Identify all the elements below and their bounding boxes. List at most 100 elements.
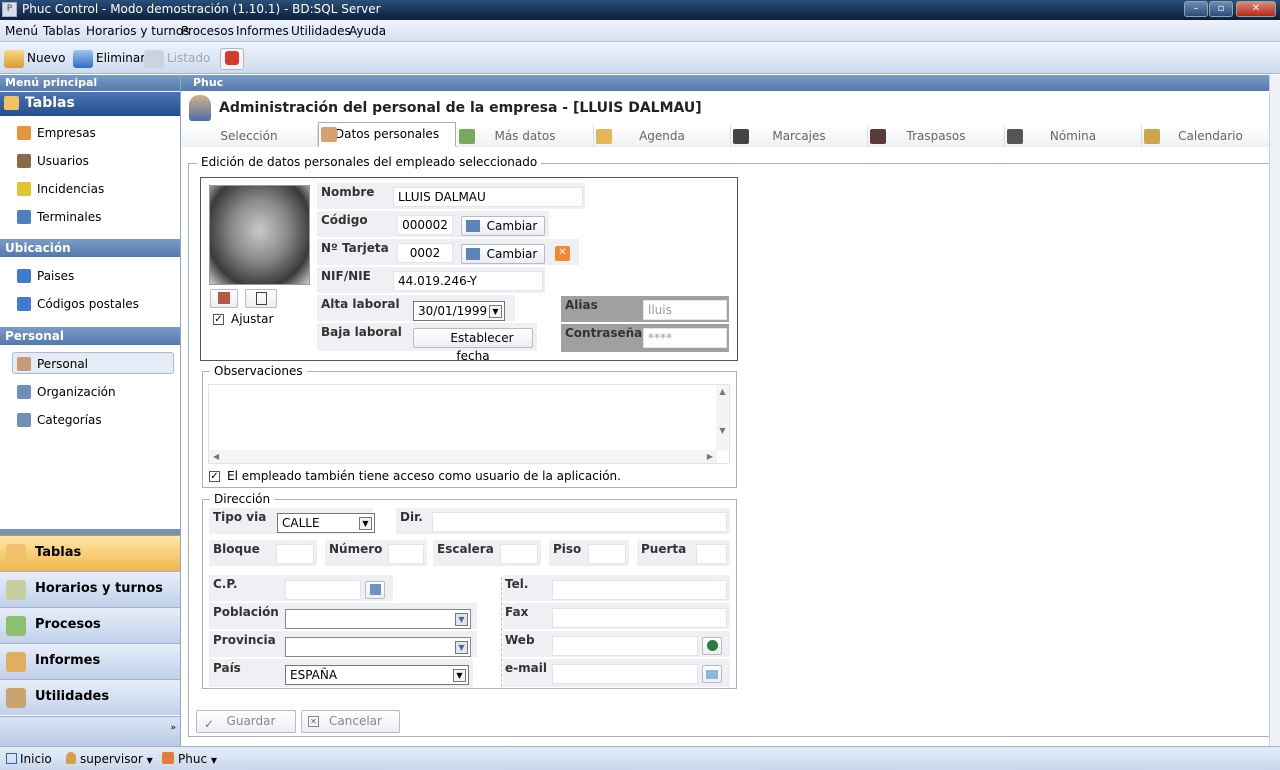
printer-icon bbox=[144, 49, 164, 68]
cambiar-codigo-button[interactable]: Cambiar bbox=[461, 216, 545, 236]
menu-ayuda[interactable]: Ayuda bbox=[349, 24, 386, 38]
tab-label: Datos personales bbox=[334, 127, 440, 141]
acceso-checkbox[interactable]: ✓ bbox=[209, 471, 220, 482]
nav-label: Horarios y turnos bbox=[35, 581, 163, 596]
sidebar-item-codigos[interactable]: Códigos postales bbox=[12, 292, 174, 314]
personal-header[interactable]: Personal bbox=[0, 327, 180, 345]
agenda-icon bbox=[596, 129, 612, 144]
guardar-button[interactable]: ✓ Guardar bbox=[196, 710, 296, 733]
alta-value: 30/01/1999 bbox=[418, 304, 488, 318]
codigo-input[interactable]: 000002 bbox=[397, 215, 453, 235]
alias-input[interactable]: lluis bbox=[643, 300, 727, 320]
web-input[interactable] bbox=[552, 636, 698, 656]
nav-informes[interactable]: Informes bbox=[0, 643, 180, 679]
cp-search-button[interactable] bbox=[365, 581, 385, 599]
tab-agenda[interactable]: Agenda bbox=[594, 125, 731, 147]
establecer-fecha-button[interactable]: Establecer fecha bbox=[413, 328, 533, 363]
nav-utilidades[interactable]: Utilidades bbox=[0, 679, 180, 715]
poblacion-select[interactable]: ▼ bbox=[285, 609, 471, 629]
fax-input[interactable] bbox=[552, 608, 727, 628]
nav-overflow[interactable]: » bbox=[0, 716, 180, 746]
sidebar-item-personal[interactable]: Personal bbox=[12, 352, 174, 374]
exit-button[interactable] bbox=[220, 48, 244, 70]
new-button[interactable]: Nuevo bbox=[4, 48, 65, 70]
puerta-input[interactable] bbox=[696, 544, 727, 564]
new-label: Nuevo bbox=[27, 51, 66, 65]
direccion-title: Dirección bbox=[210, 492, 275, 506]
clear-tarjeta-icon[interactable]: ✕ bbox=[555, 246, 570, 261]
baja-label: Baja laboral bbox=[321, 325, 402, 339]
close-button[interactable]: ✕ bbox=[1236, 1, 1276, 17]
escalera-input[interactable] bbox=[500, 544, 538, 564]
tab-seleccion[interactable]: Selección bbox=[181, 125, 318, 147]
tel-input[interactable] bbox=[552, 580, 727, 600]
sidebar-item-empresas[interactable]: Empresas bbox=[12, 121, 174, 143]
inicio-button[interactable]: Inicio bbox=[6, 752, 52, 766]
cp-input[interactable] bbox=[285, 580, 361, 600]
observaciones-textarea[interactable]: ▲ ▼ ◀ ▶ bbox=[208, 384, 730, 464]
menu-menu[interactable]: Menú bbox=[5, 24, 38, 38]
dir-input[interactable] bbox=[432, 512, 727, 532]
sidebar-item-label: Paises bbox=[37, 269, 75, 283]
app-menu[interactable]: Phuc ▼ bbox=[162, 752, 217, 766]
tablas-title-label: Tablas bbox=[25, 95, 75, 111]
menu-informes[interactable]: Informes bbox=[236, 24, 289, 38]
email-input[interactable] bbox=[552, 664, 698, 684]
maximize-button[interactable]: ▫ bbox=[1209, 1, 1233, 17]
company-icon bbox=[17, 126, 31, 140]
cancelar-button[interactable]: ✕ Cancelar bbox=[301, 710, 400, 733]
ubicacion-header[interactable]: Ubicación bbox=[0, 239, 180, 257]
provincia-select[interactable]: ▼ bbox=[285, 637, 471, 657]
tarjeta-input[interactable]: 0002 bbox=[397, 243, 453, 263]
title-bar: P Phuc Control - Modo demostración (1.10… bbox=[0, 0, 1280, 20]
list-button[interactable]: Listado bbox=[144, 48, 210, 70]
photo-clear-button[interactable] bbox=[245, 289, 277, 308]
web-open-button[interactable] bbox=[702, 637, 722, 655]
sidebar-item-organizacion[interactable]: Organización bbox=[12, 380, 174, 402]
tab-calendario[interactable]: Calendario bbox=[1142, 125, 1280, 147]
nav-horarios[interactable]: Horarios y turnos bbox=[0, 571, 180, 607]
nav-tablas[interactable]: Tablas bbox=[0, 535, 180, 571]
tab-nomina[interactable]: Nómina bbox=[1005, 125, 1142, 147]
sidebar-item-usuarios[interactable]: Usuarios bbox=[12, 149, 174, 171]
menu-procesos[interactable]: Procesos bbox=[181, 24, 234, 38]
alta-datepicker[interactable]: 30/01/1999 ▼ bbox=[413, 301, 505, 321]
tools-icon bbox=[6, 688, 26, 708]
alias-label: Alias bbox=[565, 298, 598, 312]
minimize-button[interactable]: – bbox=[1184, 1, 1208, 17]
nombre-input[interactable]: LLUIS DALMAU bbox=[393, 187, 583, 207]
delete-button[interactable]: Eliminar bbox=[73, 48, 145, 70]
photo-load-button[interactable] bbox=[210, 289, 238, 308]
numero-input[interactable] bbox=[388, 544, 424, 564]
chevron-down-icon: ▼ bbox=[146, 756, 153, 765]
sidebar-item-categorias[interactable]: Categorías bbox=[12, 408, 174, 430]
vertical-scrollbar[interactable]: ▲ ▼ bbox=[716, 385, 729, 451]
pais-select[interactable]: ESPAÑA ▼ bbox=[285, 665, 469, 685]
menu-utilidades[interactable]: Utilidades bbox=[291, 24, 351, 38]
tipo-via-select[interactable]: CALLE ▼ bbox=[277, 513, 375, 533]
user-menu[interactable]: supervisor ▼ bbox=[66, 752, 153, 766]
nav-label: Procesos bbox=[35, 617, 101, 632]
tab-marcajes[interactable]: Marcajes bbox=[731, 125, 868, 147]
tab-datos-personales[interactable]: Datos personales bbox=[318, 122, 456, 147]
piso-input[interactable] bbox=[588, 544, 626, 564]
scroll-right-icon: ▶ bbox=[706, 452, 713, 461]
tab-traspasos[interactable]: Traspasos bbox=[868, 125, 1005, 147]
password-input[interactable]: **** bbox=[643, 328, 727, 348]
ajustar-checkbox[interactable]: ✓ bbox=[213, 314, 224, 325]
menu-tablas[interactable]: Tablas bbox=[43, 24, 80, 38]
nif-input[interactable]: 44.019.246-Y bbox=[393, 271, 543, 291]
sidebar-item-incidencias[interactable]: Incidencias bbox=[12, 177, 174, 199]
cambiar-tarjeta-button[interactable]: Cambiar bbox=[461, 244, 545, 264]
bloque-input[interactable] bbox=[276, 544, 314, 564]
chevron-down-icon: ▼ bbox=[210, 756, 218, 765]
cp-label: C.P. bbox=[213, 577, 238, 591]
horizontal-scrollbar[interactable]: ◀ ▶ bbox=[209, 450, 717, 463]
sidebar-item-paises[interactable]: Paises bbox=[12, 264, 174, 286]
nav-procesos[interactable]: Procesos bbox=[0, 607, 180, 643]
email-send-button[interactable] bbox=[702, 665, 722, 683]
tab-mas-datos[interactable]: Más datos bbox=[457, 125, 594, 147]
menu-horarios[interactable]: Horarios y turnos bbox=[86, 24, 189, 38]
sidebar-item-terminales[interactable]: Terminales bbox=[12, 205, 174, 227]
scroll-left-icon: ◀ bbox=[213, 452, 220, 461]
